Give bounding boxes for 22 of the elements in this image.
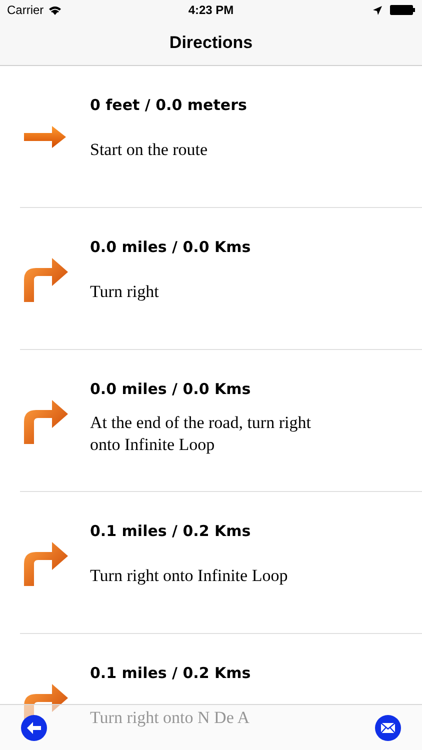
clock-time: 4:23 PM <box>188 3 234 17</box>
wifi-icon <box>48 5 62 15</box>
turn-right-arrow-icon <box>24 398 68 444</box>
step-instruction: Start on the route <box>90 139 208 161</box>
location-arrow-icon <box>373 6 382 14</box>
screen-title: Directions <box>169 32 253 52</box>
step-instruction: Turn right onto N De A <box>90 707 250 729</box>
step-instruction: Turn right <box>90 281 159 303</box>
carrier-label: Carrier <box>7 3 44 17</box>
step-distance: 0.1 miles / 0.2 Kms <box>90 521 251 541</box>
right-arrow-icon <box>24 124 66 148</box>
battery-icon <box>390 5 415 15</box>
mail-button[interactable] <box>375 714 401 740</box>
step-distance: 0.0 miles / 0.0 Kms <box>90 237 251 257</box>
turn-right-arrow-icon <box>24 256 68 302</box>
step-distance: 0.0 miles / 0.0 Kms <box>90 379 251 399</box>
step-distance: 0 feet / 0.0 meters <box>90 95 247 115</box>
step-instruction: Turn right onto Infinite Loop <box>90 565 288 587</box>
step-distance: 0.1 miles / 0.2 Kms <box>90 663 251 683</box>
turn-right-arrow-icon <box>24 540 68 586</box>
back-button[interactable] <box>21 714 47 740</box>
step-instruction: At the end of the road, turn right onto Infinite Loop <box>90 412 312 456</box>
